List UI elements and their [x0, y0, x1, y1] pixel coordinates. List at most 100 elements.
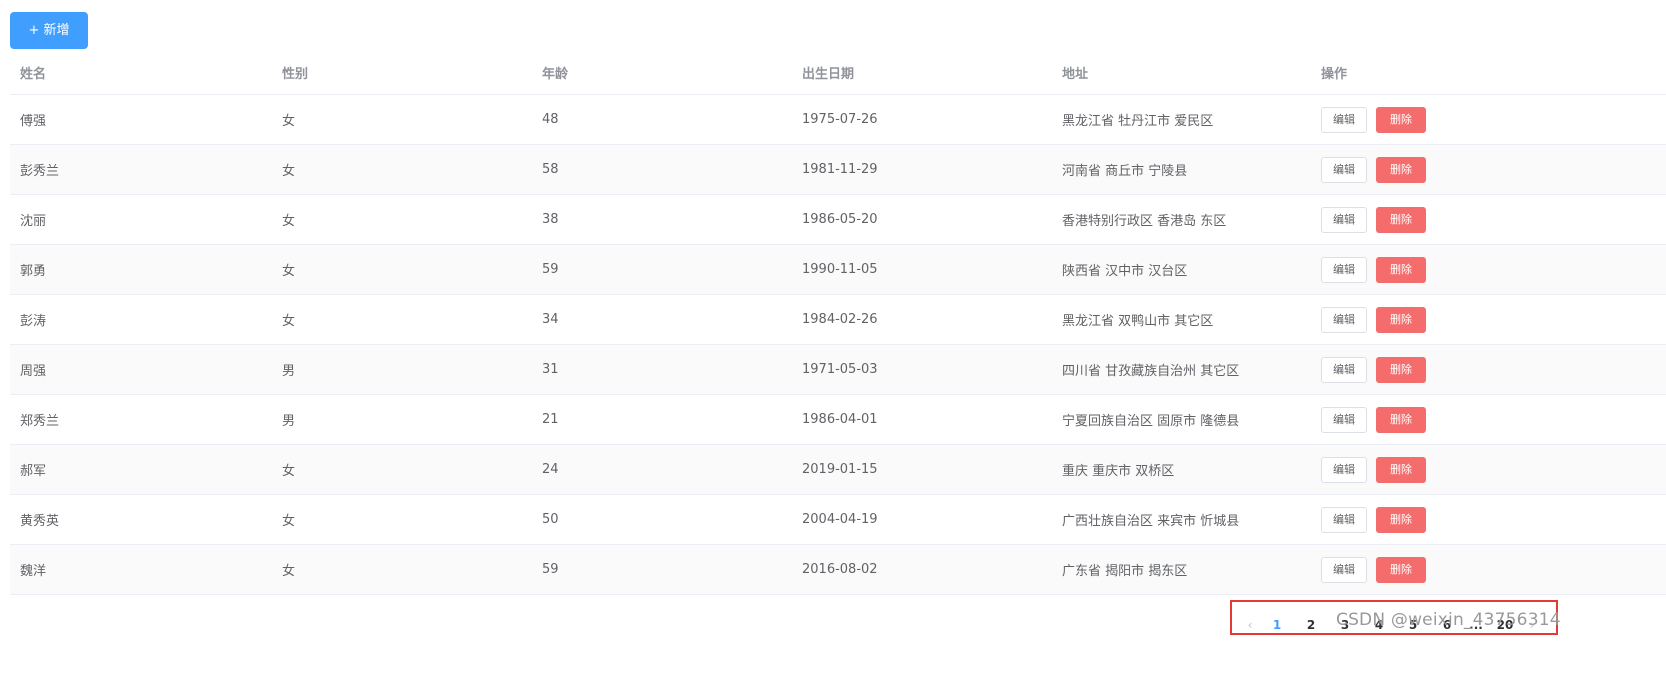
cell-gender: 女 — [282, 564, 296, 579]
delete-button[interactable]: 删除 — [1376, 406, 1426, 433]
edit-button[interactable]: 编辑 — [1321, 106, 1367, 133]
table-row: 黄秀英 女 50 2004-04-19 广西壮族自治区 来宾市 忻城县 编辑 删除 — [10, 495, 1666, 545]
cell-gender: 女 — [282, 164, 296, 179]
cell-age: 59 — [542, 562, 559, 577]
cell-age: 34 — [542, 312, 559, 327]
cell-actions: 编辑 删除 — [1321, 395, 1426, 444]
cell-age: 38 — [542, 212, 559, 227]
cell-gender: 男 — [282, 414, 296, 429]
column-header-gender: 性别 — [282, 66, 309, 82]
cell-birth-date: 2004-04-19 — [802, 512, 878, 527]
edit-button[interactable]: 编辑 — [1321, 406, 1367, 433]
cell-birth-date: 1986-05-20 — [802, 212, 878, 227]
cell-gender: 女 — [282, 214, 296, 229]
table-row: 周强 男 31 1971-05-03 四川省 甘孜藏族自治州 其它区 编辑 删除 — [10, 345, 1666, 395]
next-page-button[interactable]: › — [1522, 618, 1542, 632]
delete-button[interactable]: 删除 — [1376, 356, 1426, 383]
column-header-birth-date: 出生日期 — [802, 66, 855, 82]
delete-button[interactable]: 删除 — [1376, 106, 1426, 133]
cell-address: 黑龙江省 双鸭山市 其它区 — [1062, 314, 1214, 329]
delete-button[interactable]: 删除 — [1376, 506, 1426, 533]
cell-age: 24 — [542, 462, 559, 477]
cell-gender: 女 — [282, 114, 296, 129]
column-header-actions: 操作 — [1321, 66, 1348, 82]
delete-button[interactable]: 删除 — [1376, 206, 1426, 233]
cell-age: 21 — [542, 412, 559, 427]
cell-birth-date: 1971-05-03 — [802, 362, 878, 377]
page-number-5[interactable]: 5 — [1396, 618, 1430, 632]
edit-button[interactable]: 编辑 — [1321, 506, 1367, 533]
cell-address: 宁夏回族自治区 固原市 隆德县 — [1062, 414, 1240, 429]
edit-button[interactable]: 编辑 — [1321, 356, 1367, 383]
cell-birth-date: 1981-11-29 — [802, 162, 878, 177]
cell-name: 黄秀英 — [20, 514, 60, 529]
page: + 新增 姓名 性别 年龄 出生日期 地址 操作 傅强女 48 1975-07-26… — [0, 0, 1666, 679]
column-header-age: 年龄 — [542, 66, 569, 82]
cell-actions: 编辑 删除 — [1321, 295, 1426, 344]
column-header-address: 地址 — [1062, 66, 1089, 82]
cell-name: 沈丽 — [20, 214, 47, 229]
delete-button[interactable]: 删除 — [1376, 306, 1426, 333]
prev-page-button[interactable]: ‹ — [1240, 618, 1260, 632]
cell-birth-date: 1984-02-26 — [802, 312, 878, 327]
cell-gender: 女 — [282, 314, 296, 329]
cell-address: 四川省 甘孜藏族自治州 其它区 — [1062, 364, 1240, 379]
cell-name: 彭涛 — [20, 314, 47, 329]
edit-button[interactable]: 编辑 — [1321, 556, 1367, 583]
cell-name: 魏洋 — [20, 564, 47, 579]
add-button[interactable]: + 新增 — [10, 12, 88, 49]
cell-name: 傅强 — [20, 114, 47, 129]
pagination-ellipsis[interactable]: ... — [1464, 618, 1488, 632]
cell-birth-date: 1986-04-01 — [802, 412, 878, 427]
table-body: 傅强女 48 1975-07-26 黑龙江省 牡丹江市 爱民区 编辑 删除 彭秀兰女 58 19… — [10, 95, 1666, 595]
edit-button[interactable]: 编辑 — [1321, 306, 1367, 333]
pagination-highlight: ‹ 123456 ... 20 › — [1230, 600, 1558, 635]
delete-button[interactable]: 删除 — [1376, 556, 1426, 583]
edit-button[interactable]: 编辑 — [1321, 156, 1367, 183]
edit-button[interactable]: 编辑 — [1321, 456, 1367, 483]
table-row: 沈丽 女 38 1986-05-20 香港特别行政区 香港岛 东区 编辑 删除 — [10, 195, 1666, 245]
cell-birth-date: 1990-11-05 — [802, 262, 878, 277]
table-row: 魏洋 女 59 2016-08-02 广东省 揭阳市 揭东区 编辑 删除 — [10, 545, 1666, 595]
table-row: 郑秀兰 男 21 1986-04-01 宁夏回族自治区 固原市 隆德县 编辑 删除 — [10, 395, 1666, 445]
page-number-3[interactable]: 3 — [1328, 618, 1362, 632]
edit-button[interactable]: 编辑 — [1321, 256, 1367, 283]
cell-age: 59 — [542, 262, 559, 277]
delete-button[interactable]: 删除 — [1376, 456, 1426, 483]
table-row: 郝军 女 24 2019-01-15 重庆 重庆市 双桥区 编辑 删除 — [10, 445, 1666, 495]
cell-gender: 男 — [282, 364, 296, 379]
cell-address: 香港特别行政区 香港岛 东区 — [1062, 214, 1227, 229]
cell-age: 31 — [542, 362, 559, 377]
cell-age: 48 — [542, 112, 559, 127]
table-header: 姓名 性别 年龄 出生日期 地址 操作 — [10, 50, 1666, 95]
cell-age: 58 — [542, 162, 559, 177]
pagination-pages: 123456 — [1260, 618, 1464, 632]
edit-button[interactable]: 编辑 — [1321, 206, 1367, 233]
table-row: 彭秀兰 女 58 1981-11-29 河南省 商丘市 宁陵县 编辑 删除 — [10, 145, 1666, 195]
cell-name: 周强 — [20, 364, 47, 379]
cell-gender: 女 — [282, 464, 296, 479]
cell-actions: 编辑 删除 — [1321, 95, 1426, 144]
cell-address: 重庆 重庆市 双桥区 — [1062, 464, 1175, 479]
cell-actions: 编辑 删除 — [1321, 145, 1426, 194]
column-header-name: 姓名 — [20, 66, 47, 82]
cell-birth-date: 1975-07-26 — [802, 112, 878, 127]
page-number-4[interactable]: 4 — [1362, 618, 1396, 632]
cell-actions: 编辑 删除 — [1321, 445, 1426, 494]
delete-button[interactable]: 删除 — [1376, 156, 1426, 183]
delete-button[interactable]: 删除 — [1376, 256, 1426, 283]
cell-address: 黑龙江省 牡丹江市 爱民区 — [1062, 114, 1214, 129]
cell-gender: 女 — [282, 514, 296, 529]
cell-birth-date: 2019-01-15 — [802, 462, 878, 477]
table-row: 傅强 女 48 1975-07-26 黑龙江省 牡丹江市 爱民区 编辑 删除 — [10, 95, 1666, 145]
page-number-6[interactable]: 6 — [1430, 618, 1464, 632]
toolbar: + 新增 — [10, 12, 88, 49]
page-number-1[interactable]: 1 — [1260, 618, 1294, 632]
table-row: 彭涛 女 34 1984-02-26 黑龙江省 双鸭山市 其它区 编辑 删除 — [10, 295, 1666, 345]
cell-actions: 编辑 删除 — [1321, 245, 1426, 294]
page-last[interactable]: 20 — [1488, 618, 1522, 632]
page-number-2[interactable]: 2 — [1294, 618, 1328, 632]
table-row: 郭勇 女 59 1990-11-05 陕西省 汉中市 汉台区 编辑 删除 — [10, 245, 1666, 295]
cell-birth-date: 2016-08-02 — [802, 562, 878, 577]
pagination: ‹ 123456 ... 20 › — [1240, 616, 1542, 634]
